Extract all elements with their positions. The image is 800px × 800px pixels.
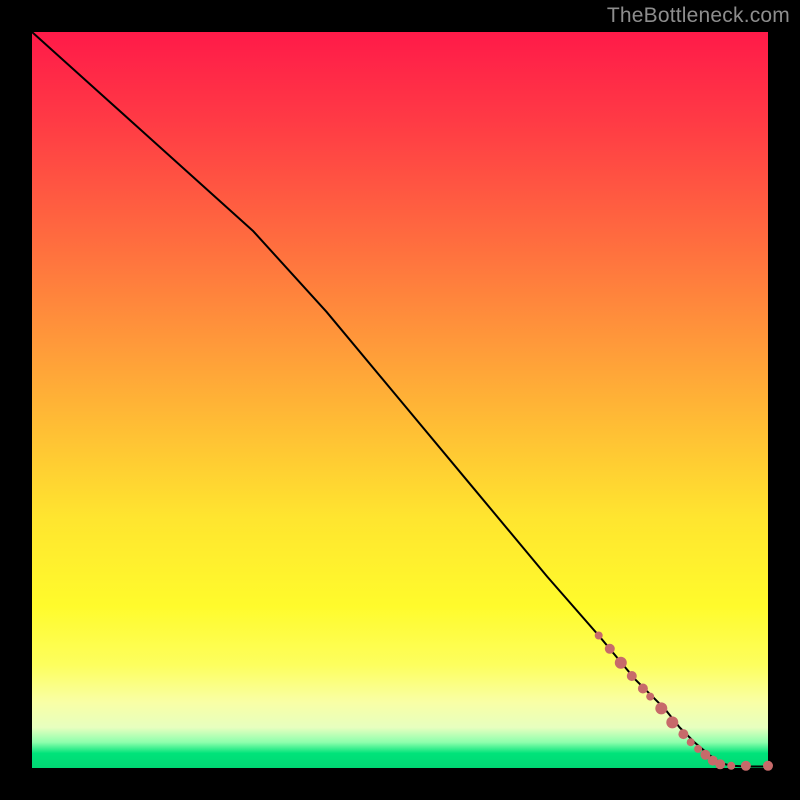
curve-line [32, 32, 768, 767]
data-marker [615, 657, 627, 669]
data-marker [678, 729, 688, 739]
data-marker [741, 761, 751, 771]
data-marker [655, 702, 667, 714]
plot-area [32, 32, 768, 768]
chart-frame: TheBottleneck.com [0, 0, 800, 800]
chart-svg [32, 32, 768, 768]
data-marker [646, 693, 654, 701]
data-marker [666, 716, 678, 728]
data-marker [763, 761, 773, 771]
markers-group [595, 632, 773, 771]
data-marker [605, 644, 615, 654]
data-marker [687, 738, 695, 746]
data-marker [638, 684, 648, 694]
data-marker [595, 632, 603, 640]
data-marker [715, 759, 725, 769]
watermark-text: TheBottleneck.com [607, 4, 790, 28]
data-marker [694, 745, 702, 753]
data-marker [627, 671, 637, 681]
data-marker [727, 762, 735, 770]
